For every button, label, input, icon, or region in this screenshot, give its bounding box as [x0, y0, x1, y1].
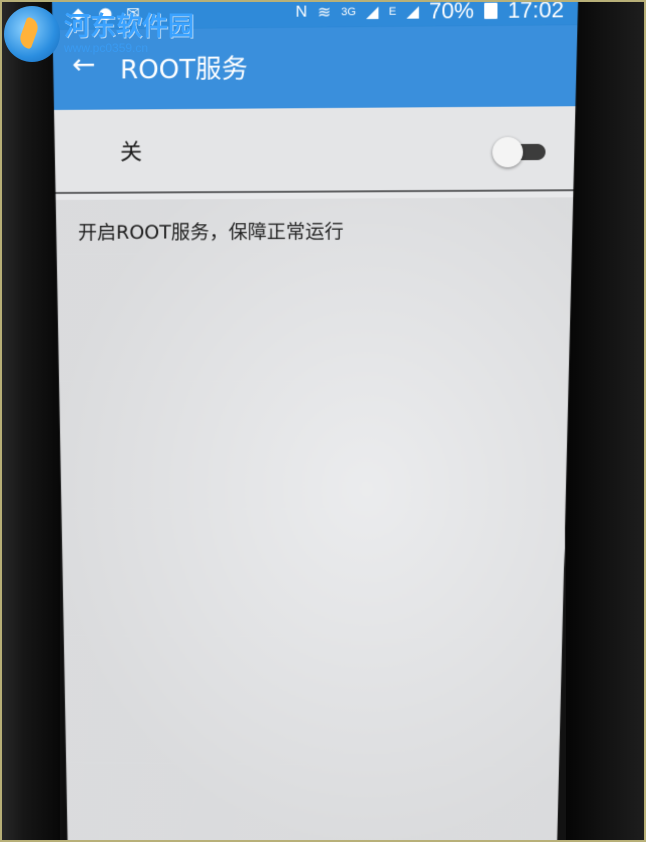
battery-percent: 70% — [429, 0, 474, 24]
toggle-thumb — [492, 137, 523, 168]
nfc-icon: N — [295, 3, 308, 21]
root-service-switch-row[interactable]: 关 — [52, 106, 578, 194]
battery-icon — [484, 3, 497, 19]
watermark-logo-icon — [4, 6, 60, 62]
phone-bezel-right — [566, 0, 646, 842]
watermark: 河东软件园 www.pc0359.cn — [4, 6, 194, 62]
description-text: 开启ROOT服务，保障正常运行 — [78, 220, 344, 244]
signal-icon: ◢ — [366, 3, 379, 22]
root-service-toggle[interactable] — [492, 139, 545, 166]
wifi-icon: ≋ — [317, 4, 331, 22]
photo-frame: ◆ ● ✉ N ≋ 3G ◢ E ◢ 70% 17:02 ← ROOT服务 关 — [0, 0, 646, 842]
status-indicators: N ≋ 3G ◢ E ◢ 70% 17:02 — [296, 0, 564, 26]
switch-state-label: 关 — [120, 140, 143, 166]
watermark-name: 河东软件园 — [64, 12, 195, 42]
phone-bezel-left — [0, 0, 60, 842]
watermark-text-block: 河东软件园 www.pc0359.cn — [64, 13, 194, 55]
network-type-label: 3G — [341, 6, 356, 19]
clock: 17:02 — [507, 0, 564, 23]
signal-icon-2: ◢ — [406, 3, 419, 21]
screen-glare — [52, 197, 578, 842]
network-type-label-2: E — [388, 5, 397, 18]
watermark-url: www.pc0359.cn — [64, 41, 149, 55]
phone-screen: ◆ ● ✉ N ≋ 3G ◢ E ◢ 70% 17:02 ← ROOT服务 关 — [52, 0, 578, 842]
